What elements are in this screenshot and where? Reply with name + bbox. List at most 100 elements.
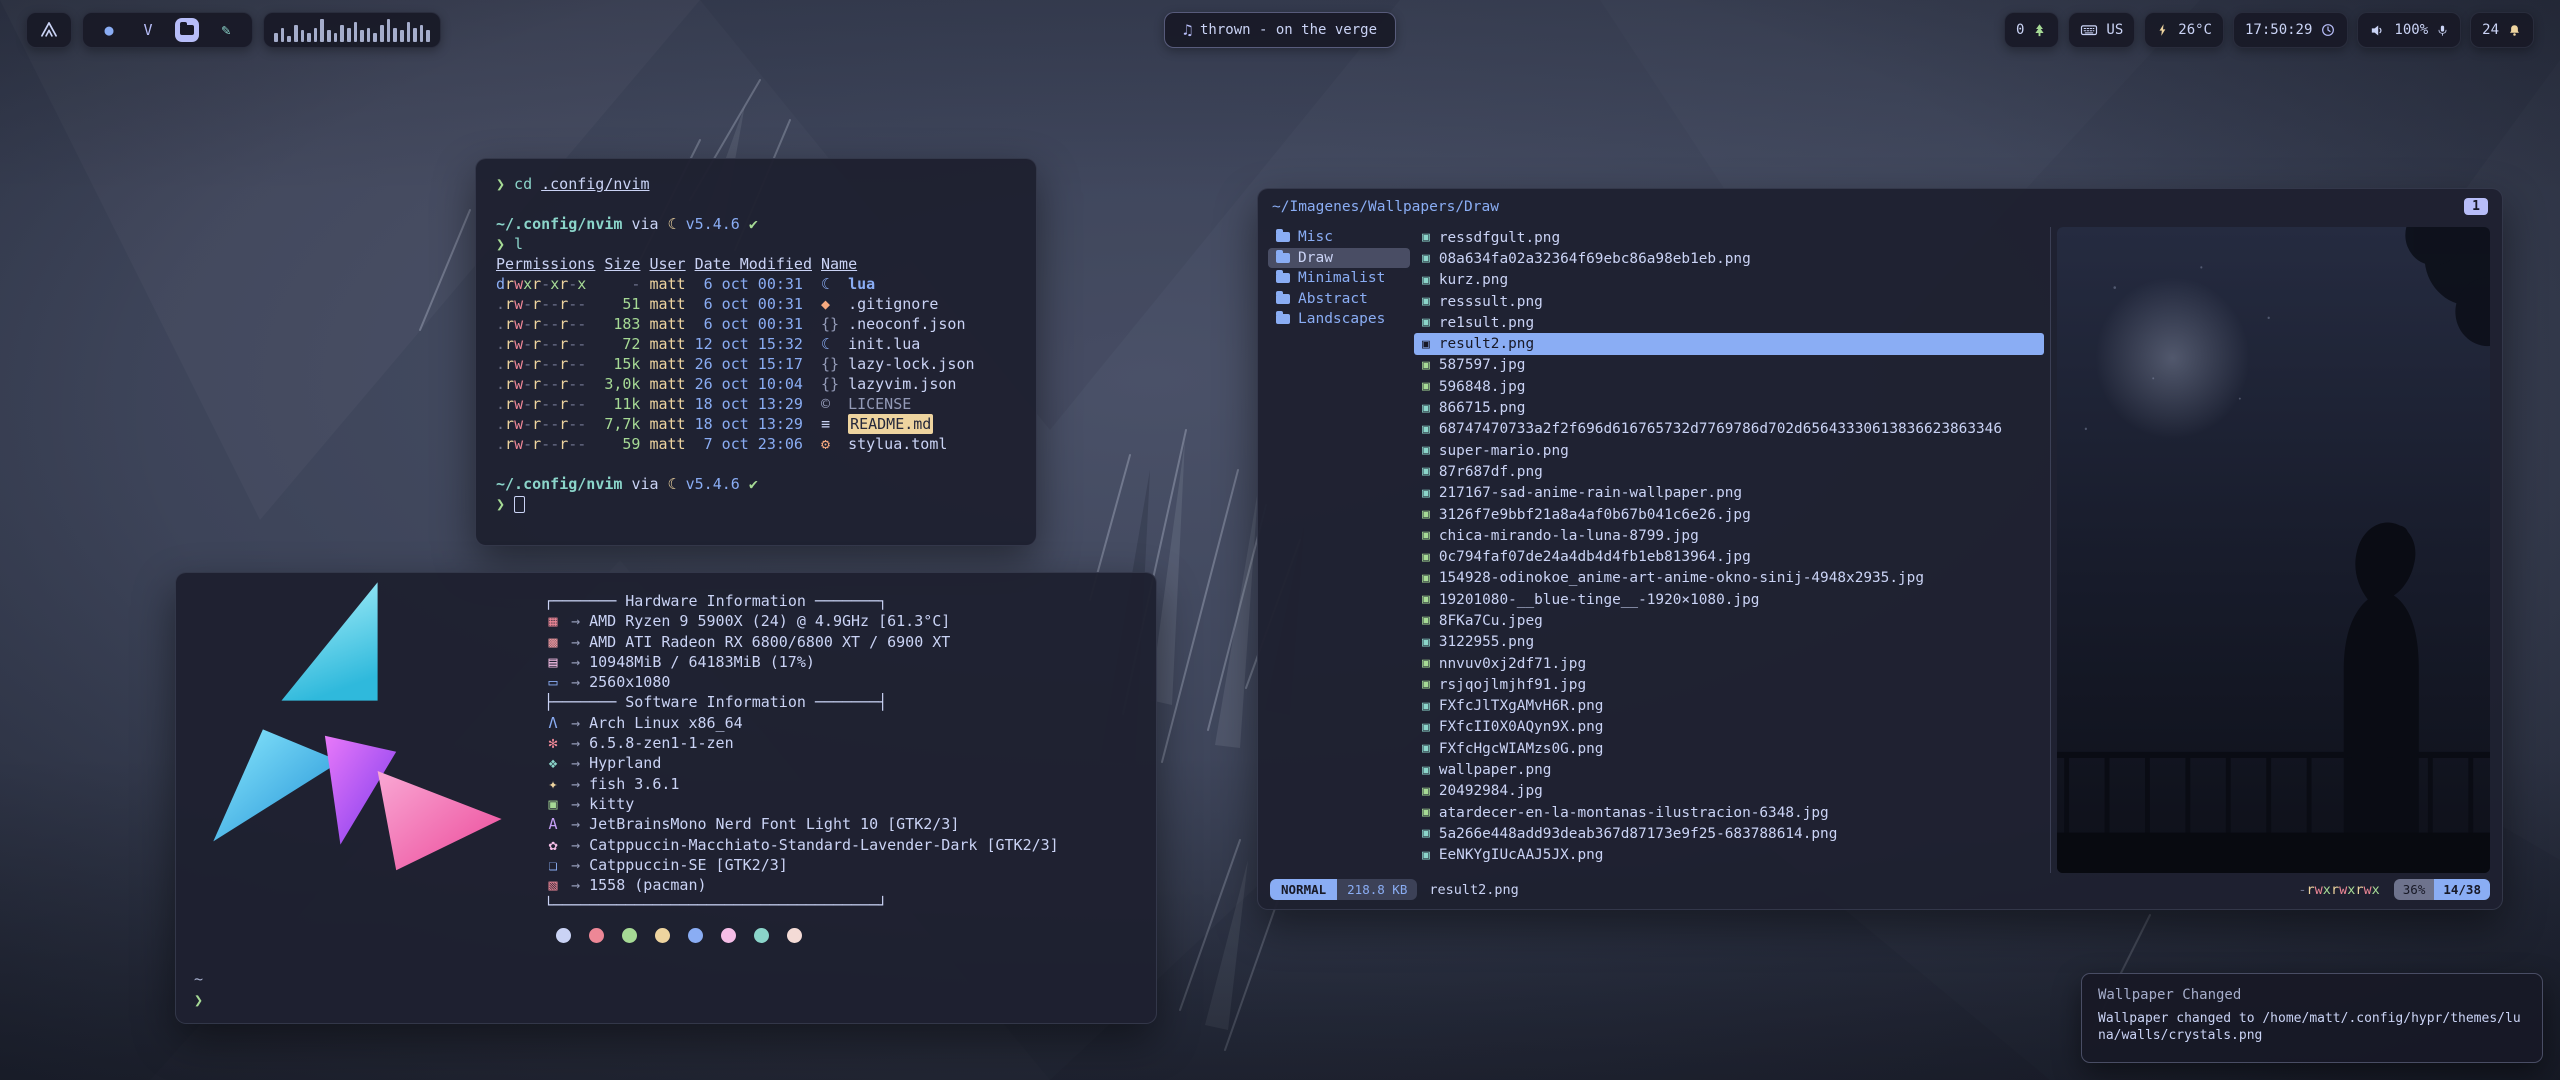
- file-item[interactable]: ▣0c794faf07de24a4db4d4fb1eb813964.jpg: [1414, 546, 2044, 567]
- file-item[interactable]: ▣866715.png: [1414, 397, 2044, 418]
- fetch-row: ❏→Catppuccin-SE [GTK2/3]: [544, 855, 1059, 875]
- gpu-icon: ▩: [544, 632, 562, 652]
- workspace-design[interactable]: ✎: [214, 18, 238, 42]
- file-name: {}lazy-lock.json: [821, 354, 975, 374]
- file-item[interactable]: ▣EeNKYgIUcAAJ5JX.png: [1414, 845, 2044, 866]
- file-item[interactable]: ▣wallpaper.png: [1414, 759, 2044, 780]
- file-item[interactable]: ▣resssult.png: [1414, 291, 2044, 312]
- file-date: 6 oct 00:31: [695, 314, 812, 334]
- arrow-icon: →: [571, 753, 580, 773]
- file-item[interactable]: ▣20492984.jpg: [1414, 781, 2044, 802]
- markdown-icon: ≡: [821, 414, 839, 434]
- sidebar-folder-landscapes[interactable]: Landscapes: [1268, 309, 1410, 330]
- file-item[interactable]: ▣596848.jpg: [1414, 376, 2044, 397]
- clock-widget[interactable]: 17:50:29: [2233, 12, 2348, 48]
- file-item[interactable]: ▣68747470733a2f2f696d616765732d7769786d7…: [1414, 419, 2044, 440]
- keyboard-layout-widget[interactable]: US: [2068, 12, 2135, 48]
- file-item[interactable]: ▣87r687df.png: [1414, 461, 2044, 482]
- cpu-history-graph[interactable]: [263, 12, 441, 48]
- sidebar-folder-abstract[interactable]: Abstract: [1268, 289, 1410, 310]
- status-bar-right: -rwxrwxrwx 36% 14/38: [2298, 879, 2490, 900]
- braces-icon: {}: [821, 354, 839, 374]
- software-info-list: Λ→Arch Linux x86_64✻→6.5.8-zen1-1-zen❖→H…: [544, 713, 1059, 896]
- graph-bar: [354, 22, 358, 42]
- file-item[interactable]: ▣FXfcJlTXgAMvH6R.png: [1414, 696, 2044, 717]
- file-date: 7 oct 23:06: [695, 434, 812, 454]
- file-item[interactable]: ▣FXfcHgcWIAMzs0G.png: [1414, 738, 2044, 759]
- cwd-label: ~/.config/nvim: [496, 474, 622, 494]
- app-launcher-button[interactable]: [26, 12, 72, 48]
- file-item[interactable]: ▣3126f7e9bbf21a8a4af0b67b041c6e26.jpg: [1414, 504, 2044, 525]
- file-size: 183: [604, 314, 640, 334]
- arrow-icon: →: [571, 611, 580, 631]
- folder-icon: [1276, 294, 1290, 304]
- file-item[interactable]: ▣rsjqojlmjhf91.jpg: [1414, 674, 2044, 695]
- file-item[interactable]: ▣19201080-__blue-tinge__-1920×1080.jpg: [1414, 589, 2044, 610]
- notification-body: Wallpaper changed to /home/matt/.config/…: [2098, 1010, 2526, 1044]
- file-item[interactable]: ▣FXfcII0X0AQyn9X.png: [1414, 717, 2044, 738]
- volume-widget[interactable]: 100%: [2357, 12, 2461, 48]
- color-dot: [622, 928, 637, 943]
- terminal-window-fastfetch[interactable]: ┌─────── Hardware Information ───────┐ ▦…: [175, 572, 1157, 1024]
- file-manager-status-bar: NORMAL 218.8 KB result2.png -rwxrwxrwx 3…: [1270, 878, 2490, 901]
- arrow-icon: →: [571, 814, 580, 834]
- color-dot: [787, 928, 802, 943]
- file-item[interactable]: ▣154928-odinokoe_anime-art-anime-okno-si…: [1414, 568, 2044, 589]
- weather-widget[interactable]: 26°C: [2144, 12, 2224, 48]
- image-file-icon: ▣: [1422, 592, 1430, 607]
- file-item[interactable]: ▣587597.jpg: [1414, 355, 2044, 376]
- file-name: {}lazyvim.json: [821, 374, 975, 394]
- file-item[interactable]: ▣5a266e448add93deab367d87173e9f25-683788…: [1414, 823, 2044, 844]
- fetch-row: ▭→2560x1080: [544, 672, 1059, 692]
- ram-icon: ▤: [544, 652, 562, 672]
- brush-icon: ✎: [221, 23, 230, 38]
- fetch-row: A→JetBrainsMono Nerd Font Light 10 [GTK2…: [544, 814, 1059, 834]
- sidebar-folder-misc[interactable]: Misc: [1268, 227, 1410, 248]
- terminal-window-nvim[interactable]: ❯cd.config/nvim ~/.config/nvimvia☾v5.4.6…: [475, 158, 1037, 546]
- arrow-icon: →: [571, 835, 580, 855]
- image-file-icon: ▣: [1422, 251, 1430, 266]
- sidebar-folder-draw[interactable]: Draw: [1268, 248, 1410, 269]
- image-file-icon: ▣: [1422, 784, 1430, 799]
- file-item[interactable]: ▣08a634fa02a32364f69ebc86a98eb1eb.png: [1414, 248, 2044, 269]
- graph-bar: [287, 36, 291, 42]
- cwd-label: ~/.config/nvim: [496, 214, 622, 234]
- graph-bar: [281, 28, 285, 43]
- check-icon: ✔: [749, 214, 758, 234]
- fetch-terminal-prompt[interactable]: ~ ❯: [194, 969, 203, 1011]
- sidebar-folder-minimalist[interactable]: Minimalist: [1268, 268, 1410, 289]
- prompt-icon: ❯: [496, 494, 505, 514]
- file-owner: matt: [649, 414, 685, 434]
- clock-icon: [2320, 22, 2336, 38]
- file-item[interactable]: ▣atardecer-en-la-montanas-ilustracion-63…: [1414, 802, 2044, 823]
- fetch-row: ▧→1558 (pacman): [544, 875, 1059, 895]
- workspace-web[interactable]: ●: [97, 18, 121, 42]
- graph-bar: [301, 30, 305, 42]
- file-name: ◆.gitignore: [821, 294, 975, 314]
- image-file-icon: ▣: [1422, 401, 1430, 416]
- file-item[interactable]: ▣result2.png: [1414, 333, 2044, 354]
- file-manager-window[interactable]: ~/Imagenes/Wallpapers/Draw 1 MiscDrawMin…: [1257, 188, 2503, 910]
- workspace-files[interactable]: [175, 18, 199, 42]
- file-item[interactable]: ▣8FKa7Cu.jpeg: [1414, 610, 2044, 631]
- image-file-icon: ▣: [1422, 294, 1430, 309]
- braces-icon: {}: [821, 374, 839, 394]
- file-item[interactable]: ▣3122955.png: [1414, 632, 2044, 653]
- file-item[interactable]: ▣217167-sad-anime-rain-wallpaper.png: [1414, 483, 2044, 504]
- tab-badge[interactable]: 1: [2464, 198, 2488, 215]
- terminal-input-line[interactable]: ❯: [496, 494, 1016, 514]
- updates-widget[interactable]: 0: [2004, 12, 2059, 48]
- workspace-code[interactable]: V: [136, 18, 160, 42]
- notification-popup[interactable]: Wallpaper Changed Wallpaper changed to /…: [2081, 973, 2543, 1063]
- notifications-widget[interactable]: 24: [2470, 12, 2534, 48]
- graph-bar: [307, 33, 311, 42]
- now-playing-widget[interactable]: ♫ thrown - on the verge: [1164, 12, 1396, 48]
- file-item[interactable]: ▣re1sult.png: [1414, 312, 2044, 333]
- file-size: -: [604, 274, 640, 294]
- file-item[interactable]: ▣nnvuv0xj2df71.jpg: [1414, 653, 2044, 674]
- file-item[interactable]: ▣super-mario.png: [1414, 440, 2044, 461]
- file-item[interactable]: ▣chica-mirando-la-luna-8799.jpg: [1414, 525, 2044, 546]
- file-item[interactable]: ▣ressdfgult.png: [1414, 227, 2044, 248]
- file-item[interactable]: ▣kurz.png: [1414, 270, 2044, 291]
- terminal-command-line: ❯cd.config/nvim: [496, 174, 1016, 194]
